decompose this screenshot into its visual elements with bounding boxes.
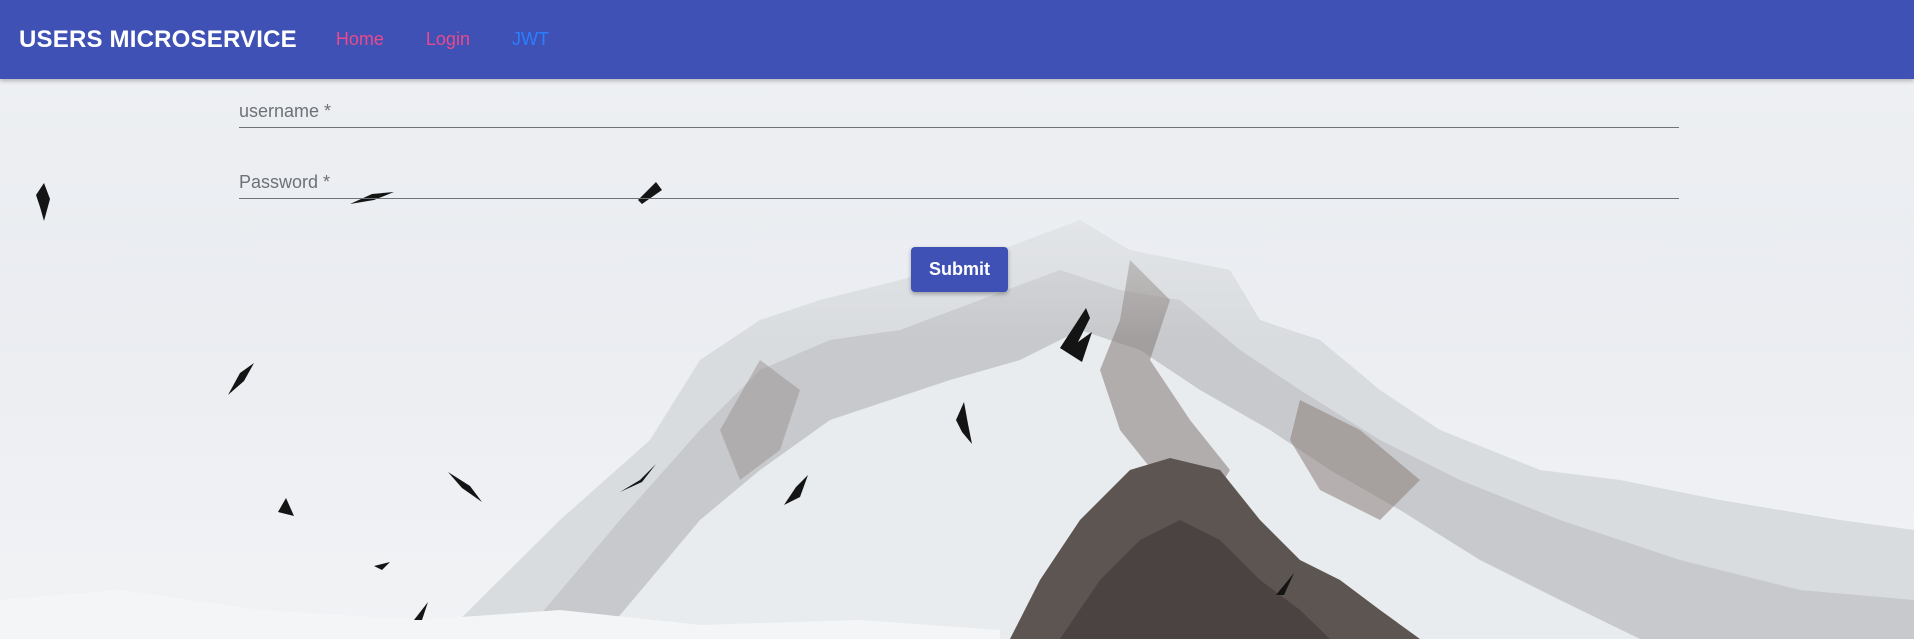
password-input[interactable] xyxy=(239,166,1679,198)
username-field[interactable]: username * xyxy=(239,79,1679,128)
top-navbar: USERS MICROSERVICE Home Login JWT xyxy=(0,0,1914,79)
submit-button[interactable]: Submit xyxy=(911,247,1008,292)
login-form: username * Password * xyxy=(239,79,1679,199)
submit-container: Submit xyxy=(911,247,1008,292)
nav-home-link[interactable]: Home xyxy=(336,29,384,50)
nav-login-link[interactable]: Login xyxy=(426,29,470,50)
username-input[interactable] xyxy=(239,95,1679,127)
nav-jwt-link[interactable]: JWT xyxy=(512,29,549,50)
app-brand[interactable]: USERS MICROSERVICE xyxy=(19,26,297,54)
password-field[interactable]: Password * xyxy=(239,150,1679,199)
